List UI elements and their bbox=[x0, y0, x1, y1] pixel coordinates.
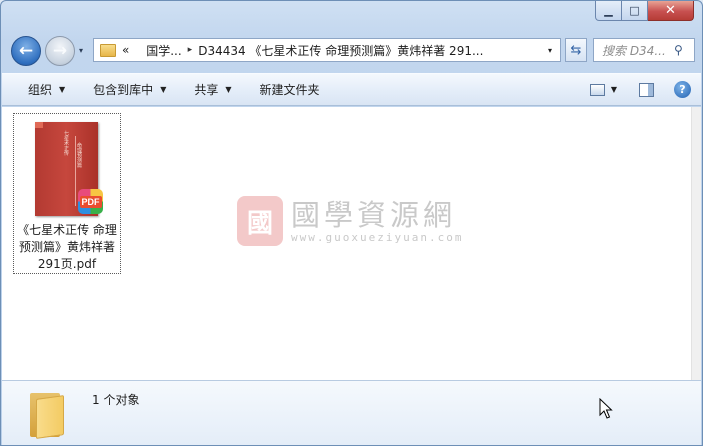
navigation-bar: ← → ▾ « 国学... ▸ D34434 《七星术正传 命理预测篇》黄炜祥著… bbox=[9, 35, 695, 67]
refresh-icon: ⇆ bbox=[570, 42, 582, 58]
chevron-down-icon: ▼ bbox=[59, 85, 66, 94]
mouse-cursor-icon bbox=[599, 398, 613, 419]
change-view-icon[interactable] bbox=[589, 83, 605, 96]
file-list-area: 七星术正传 命理预测篇 PDF 《七星术正传 命理预测篇》黄炜祥著 291页.p… bbox=[2, 107, 691, 380]
refresh-button[interactable]: ⇆ bbox=[565, 38, 587, 62]
search-placeholder: 搜索 D34... bbox=[602, 43, 666, 58]
close-button[interactable]: ✕ bbox=[648, 1, 694, 21]
details-pane: 1 个对象 bbox=[2, 380, 701, 445]
forward-button[interactable]: → bbox=[45, 36, 75, 66]
breadcrumb-item-root[interactable]: 国学... bbox=[146, 42, 181, 59]
new-folder-button[interactable]: 新建文件夹 bbox=[246, 74, 334, 105]
folder-icon bbox=[100, 43, 116, 57]
include-in-library-menu[interactable]: 包含到库中 ▼ bbox=[79, 74, 180, 105]
preview-pane-icon[interactable] bbox=[639, 82, 654, 97]
organize-label: 组织 bbox=[28, 83, 53, 97]
back-button[interactable]: ← bbox=[11, 36, 41, 66]
pdf-badge-label: PDF bbox=[79, 195, 102, 208]
vertical-scrollbar[interactable] bbox=[691, 107, 701, 380]
watermark-seal-icon: 國 bbox=[237, 196, 283, 246]
chevron-down-icon: ▼ bbox=[225, 85, 232, 94]
chevron-down-icon[interactable]: ▼ bbox=[611, 85, 617, 94]
file-name: 《七星术正传 命理预测篇》黄炜祥著 291页.pdf bbox=[17, 223, 117, 271]
share-label: 共享 bbox=[194, 83, 219, 97]
view-controls: ▼ ? bbox=[589, 74, 691, 105]
command-bar: 组织 ▼ 包含到库中 ▼ 共享 ▼ 新建文件夹 ▼ ? bbox=[2, 73, 701, 106]
caption-buttons: ▁ □ ✕ bbox=[595, 1, 694, 21]
address-bar[interactable]: « 国学... ▸ D34434 《七星术正传 命理预测篇》黄炜祥著 291..… bbox=[93, 38, 561, 62]
share-menu[interactable]: 共享 ▼ bbox=[180, 74, 245, 105]
folder-icon bbox=[28, 389, 66, 439]
cover-subtitle: 命理预测篇 bbox=[77, 143, 83, 169]
new-folder-label: 新建文件夹 bbox=[259, 83, 320, 97]
cover-title: 七星术正传 bbox=[64, 131, 70, 157]
cover-divider bbox=[75, 136, 76, 206]
watermark-url: www.guoxueziyuan.com bbox=[291, 230, 464, 244]
watermark-title: 國學資源網 bbox=[291, 197, 457, 232]
chevron-right-icon[interactable]: ▸ bbox=[188, 45, 193, 55]
search-input[interactable]: 搜索 D34... ⚲ bbox=[593, 38, 695, 62]
minimize-button[interactable]: ▁ bbox=[595, 1, 622, 21]
include-library-label: 包含到库中 bbox=[93, 83, 154, 97]
search-icon[interactable]: ⚲ bbox=[674, 43, 694, 57]
file-item[interactable]: 七星术正传 命理预测篇 PDF 《七星术正传 命理预测篇》黄炜祥著 291页.p… bbox=[13, 113, 121, 274]
help-icon[interactable]: ? bbox=[674, 81, 691, 98]
arrow-right-icon: → bbox=[52, 41, 68, 61]
organize-menu[interactable]: 组织 ▼ bbox=[2, 74, 79, 105]
arrow-left-icon: ← bbox=[18, 41, 34, 61]
cover-logo bbox=[35, 122, 43, 128]
watermark: 國 國學資源網 www.guoxueziyuan.com bbox=[237, 195, 477, 247]
breadcrumb-overflow[interactable]: « bbox=[122, 43, 129, 57]
watermark-text: 國學資源網 www.guoxueziyuan.com bbox=[291, 199, 463, 244]
explorer-window: ▁ □ ✕ ← → ▾ « 国学... ▸ D34434 《七星术正传 命理预测… bbox=[0, 0, 703, 446]
chevron-down-icon[interactable]: ▾ bbox=[542, 41, 558, 59]
pdf-app-icon: PDF bbox=[78, 189, 103, 214]
breadcrumb-item-current[interactable]: D34434 《七星术正传 命理预测篇》黄炜祥著 291... bbox=[198, 42, 483, 59]
breadcrumb-separator[interactable] bbox=[137, 45, 140, 55]
maximize-button[interactable]: □ bbox=[622, 1, 648, 21]
item-count: 1 个对象 bbox=[92, 393, 140, 407]
history-dropdown-icon[interactable]: ▾ bbox=[79, 46, 83, 55]
chevron-down-icon: ▼ bbox=[160, 85, 167, 94]
file-list-pane[interactable]: 七星术正传 命理预测篇 PDF 《七星术正传 命理预测篇》黄炜祥著 291页.p… bbox=[2, 107, 701, 380]
folder-front bbox=[36, 395, 64, 439]
